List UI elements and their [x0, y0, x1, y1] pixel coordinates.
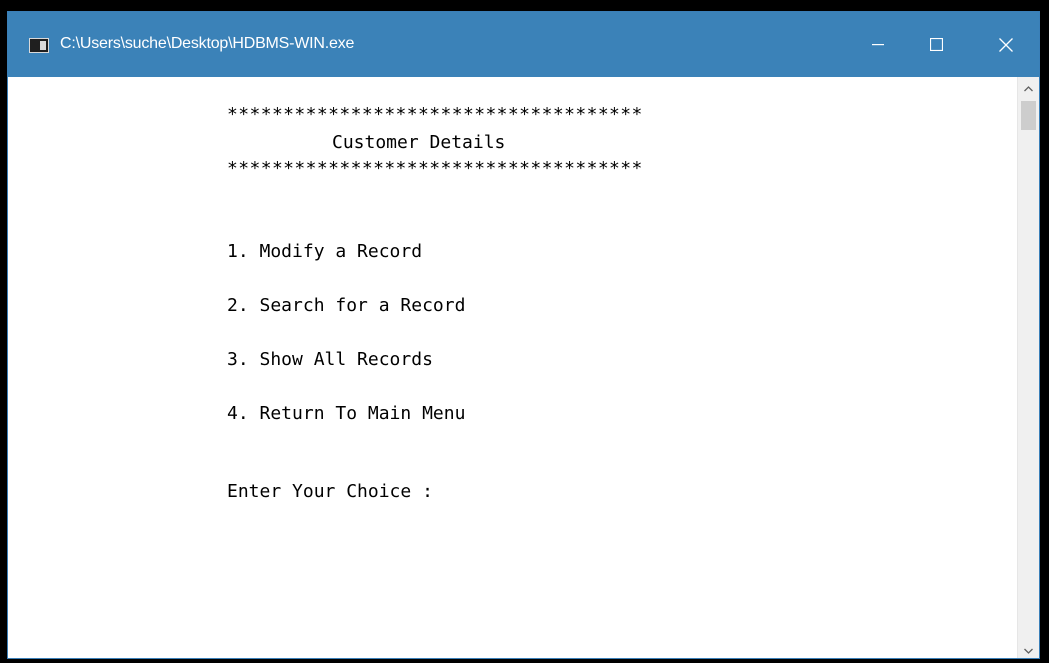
maximize-button[interactable] [906, 12, 966, 77]
header-border-top: ************************************* [227, 104, 643, 125]
close-icon [999, 37, 1013, 52]
maximize-icon [929, 38, 943, 51]
scroll-up-button[interactable] [1018, 77, 1039, 98]
vertical-scrollbar[interactable] [1017, 77, 1039, 659]
scrollbar-thumb[interactable] [1021, 101, 1036, 130]
minimize-button[interactable] [848, 12, 908, 77]
window-title: C:\Users\suche\Desktop\HDBMS-WIN.exe [60, 35, 355, 52]
scroll-down-button[interactable] [1018, 639, 1039, 659]
menu-item-modify: 1. Modify a Record [227, 241, 423, 262]
chevron-up-icon [1024, 79, 1033, 97]
menu-item-show-all: 3. Show All Records [227, 349, 433, 370]
menu-item-return: 4. Return To Main Menu [227, 403, 466, 424]
titlebar[interactable]: C:\Users\suche\Desktop\HDBMS-WIN.exe [8, 12, 1039, 77]
header-border-bottom: ************************************* [227, 158, 643, 179]
menu-item-search: 2. Search for a Record [227, 295, 466, 316]
close-button[interactable] [976, 12, 1036, 77]
page-title: Customer Details [332, 132, 506, 153]
console-output[interactable]: ************************************* Cu… [8, 77, 1019, 658]
chevron-down-icon [1024, 641, 1033, 659]
console-app-icon[interactable] [29, 38, 49, 53]
minimize-icon [872, 43, 884, 46]
console-window: C:\Users\suche\Desktop\HDBMS-WIN.exe ***… [7, 11, 1040, 659]
choice-prompt: Enter Your Choice : [227, 481, 433, 502]
